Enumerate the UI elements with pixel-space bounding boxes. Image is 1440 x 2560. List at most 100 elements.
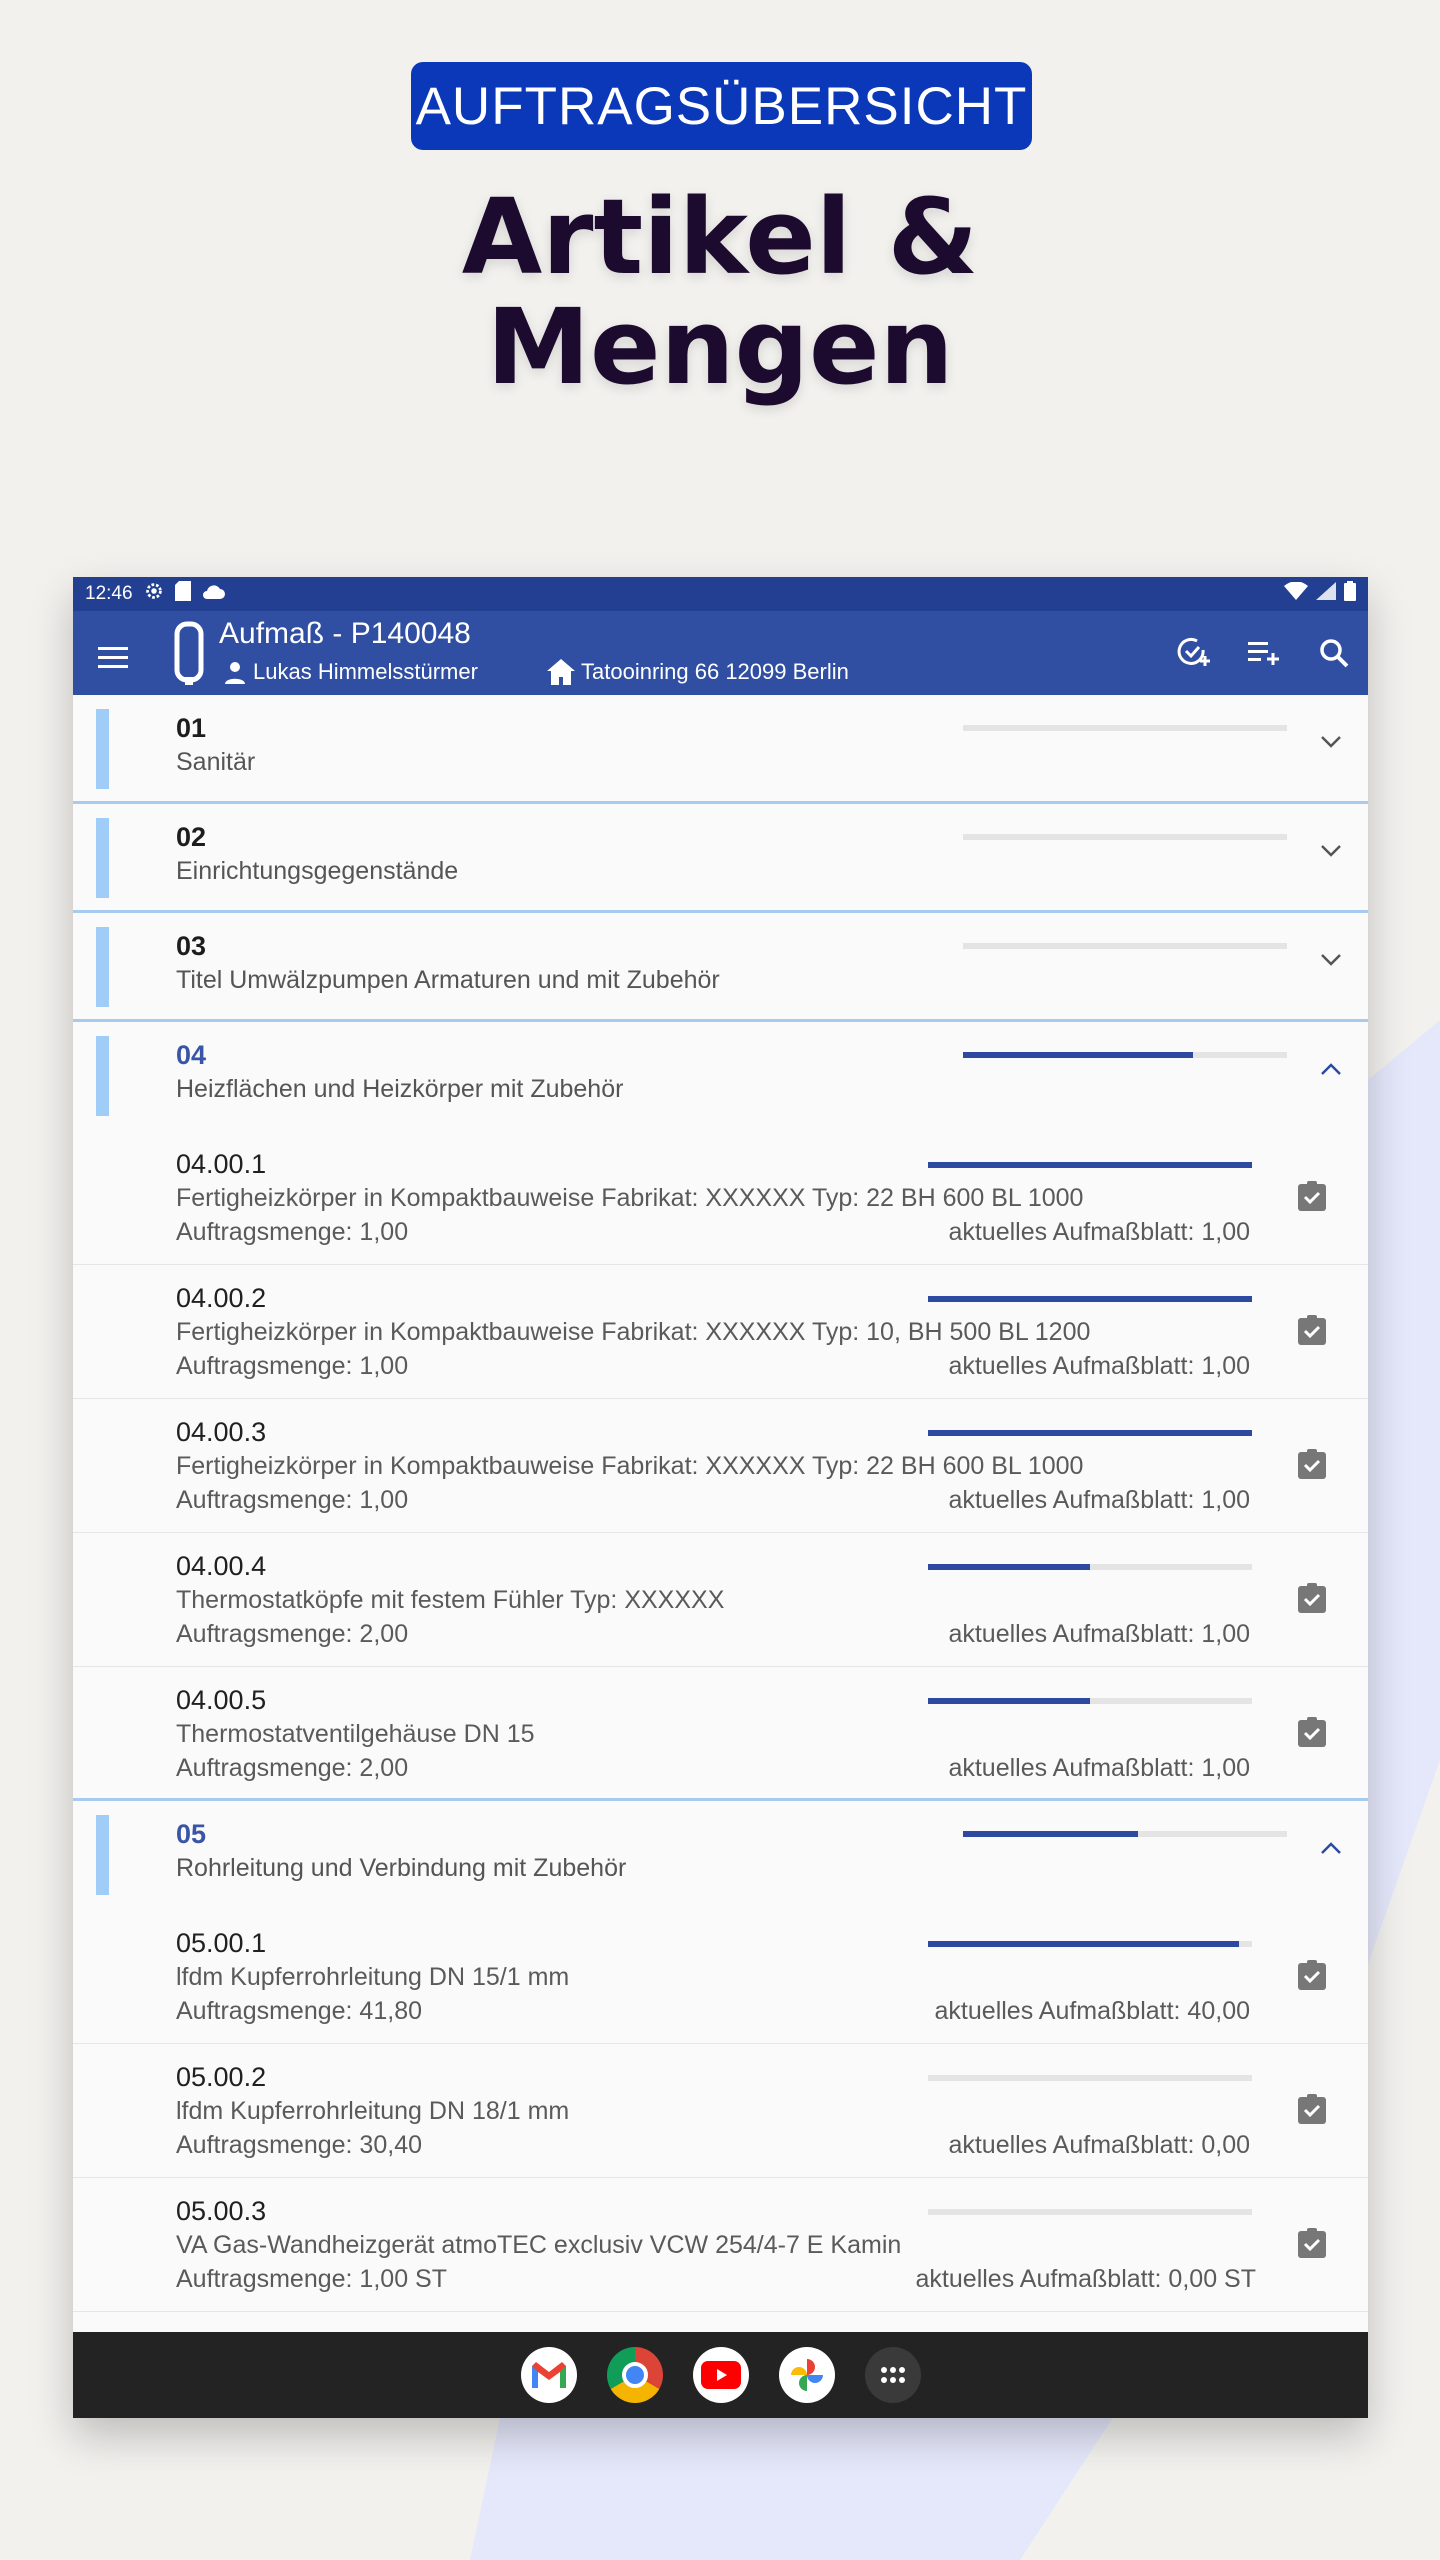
clipboard-check-button[interactable]	[1298, 1960, 1326, 1995]
item-description: Thermostatventilgehäuse DN 15	[176, 1720, 535, 1748]
item-progress	[928, 1564, 1252, 1570]
item-code: 05.00.1	[176, 1928, 267, 1958]
chevron-up-icon	[1321, 1842, 1341, 1854]
position-list: 01 Sanitär 02 Einrichtungsgegenstände 03…	[73, 695, 1368, 2312]
clipboard-check-icon	[1298, 2094, 1326, 2124]
item-order-quantity: Auftragsmenge: 2,00	[176, 1620, 409, 1648]
item-order-quantity: Auftragsmenge: 30,40	[176, 2131, 422, 2159]
hero-title-line1: Artikel &	[461, 176, 979, 298]
clipboard-check-button[interactable]	[1298, 1449, 1326, 1484]
document-icon	[173, 621, 205, 690]
group-number: 05	[176, 1819, 207, 1849]
list-item[interactable]: 05.00.3 VA Gas-Wandheizgerät atmoTEC exc…	[73, 2178, 1368, 2312]
item-progress	[928, 2075, 1252, 2081]
clipboard-check-icon	[1298, 2228, 1326, 2258]
item-current-measure: aktuelles Aufmaßblatt: 1,00	[948, 1352, 1250, 1380]
group-progress	[963, 943, 1287, 949]
add-check-button[interactable]	[1176, 635, 1212, 671]
wifi-status-icon	[1284, 581, 1308, 606]
group-progress	[963, 1052, 1287, 1058]
list-item[interactable]: 04.00.2 Fertigheizkörper in Kompaktbauwe…	[73, 1265, 1368, 1399]
add-list-button[interactable]	[1246, 635, 1282, 671]
cloud-status-icon	[201, 583, 225, 605]
group-row[interactable]: 04 Heizflächen und Heizkörper mit Zubehö…	[73, 1022, 1368, 1131]
expand-button[interactable]	[1320, 735, 1342, 754]
item-description: Fertigheizkörper in Kompaktbauweise Fabr…	[176, 1184, 1084, 1212]
clipboard-check-icon	[1298, 1717, 1326, 1747]
item-order-quantity: Auftragsmenge: 41,80	[176, 1997, 422, 2025]
clipboard-check-icon	[1298, 1449, 1326, 1479]
item-code: 05.00.2	[176, 2062, 267, 2092]
home-icon	[547, 659, 575, 685]
customer-name: Lukas Himmelsstürmer	[223, 659, 478, 685]
youtube-icon[interactable]	[692, 2347, 749, 2403]
menu-button[interactable]	[95, 639, 131, 675]
list-item[interactable]: 05.00.1 lfdm Kupferrohrleitung DN 15/1 m…	[73, 1910, 1368, 2044]
clipboard-check-icon	[1298, 1181, 1326, 1211]
device-screen: 12:46 Aufmaß - P140048 Lukas Himmelsstür…	[73, 577, 1368, 2418]
item-progress	[928, 1941, 1252, 1947]
status-time: 12:46	[85, 583, 133, 604]
group-name: Sanitär	[176, 748, 256, 776]
clipboard-check-button[interactable]	[1298, 2094, 1326, 2129]
customer-name-label: Lukas Himmelsstürmer	[253, 659, 478, 684]
app-bar: Aufmaß - P140048 Lukas Himmelsstürmer Ta…	[73, 611, 1368, 695]
item-code: 04.00.2	[176, 1283, 267, 1313]
list-item[interactable]: 04.00.5 Thermostatventilgehäuse DN 15 Au…	[73, 1667, 1368, 1801]
item-description: Fertigheizkörper in Kompaktbauweise Fabr…	[176, 1452, 1084, 1480]
list-item[interactable]: 04.00.1 Fertigheizkörper in Kompaktbauwe…	[73, 1131, 1368, 1265]
item-progress	[928, 1162, 1252, 1168]
list-item[interactable]: 04.00.4 Thermostatköpfe mit festem Fühle…	[73, 1533, 1368, 1667]
group-accent	[96, 818, 109, 898]
group-accent	[96, 1036, 109, 1116]
chevron-up-icon	[1321, 1063, 1341, 1075]
clipboard-check-button[interactable]	[1298, 1583, 1326, 1618]
clipboard-check-button[interactable]	[1298, 2228, 1326, 2263]
group-number: 01	[176, 713, 207, 743]
group-number: 02	[176, 822, 207, 852]
item-code: 04.00.1	[176, 1149, 267, 1179]
app-drawer-icon[interactable]	[864, 2347, 921, 2403]
clipboard-check-icon	[1298, 1315, 1326, 1345]
photos-icon[interactable]	[778, 2347, 835, 2403]
collapse-button[interactable]	[1320, 1062, 1342, 1081]
clipboard-check-button[interactable]	[1298, 1181, 1326, 1216]
group-accent	[96, 709, 109, 789]
gmail-icon[interactable]	[520, 2347, 577, 2403]
group-name: Rohrleitung und Verbindung mit Zubehör	[176, 1854, 627, 1882]
status-bar: 12:46	[73, 577, 1368, 611]
battery-status-icon	[1344, 581, 1356, 607]
expand-button[interactable]	[1320, 953, 1342, 972]
item-current-measure: aktuelles Aufmaßblatt: 1,00	[948, 1754, 1250, 1782]
collapse-button[interactable]	[1320, 1841, 1342, 1860]
group-progress	[963, 1831, 1287, 1837]
item-description: Thermostatköpfe mit festem Fühler Typ: X…	[176, 1586, 725, 1614]
chevron-down-icon	[1321, 736, 1341, 748]
chrome-icon[interactable]	[606, 2347, 663, 2403]
item-order-quantity: Auftragsmenge: 1,00	[176, 1218, 409, 1246]
group-row[interactable]: 03 Titel Umwälzpumpen Armaturen und mit …	[73, 913, 1368, 1022]
item-description: VA Gas-Wandheizgerät atmoTEC exclusiv VC…	[176, 2231, 902, 2259]
list-item[interactable]: 04.00.3 Fertigheizkörper in Kompaktbauwe…	[73, 1399, 1368, 1533]
clipboard-check-button[interactable]	[1298, 1315, 1326, 1350]
group-row[interactable]: 01 Sanitär	[73, 695, 1368, 804]
settings-status-icon	[143, 580, 165, 608]
group-progress	[963, 725, 1287, 731]
group-number: 04	[176, 1040, 207, 1070]
item-progress	[928, 1430, 1252, 1436]
group-row[interactable]: 02 Einrichtungsgegenstände	[73, 804, 1368, 913]
menu-icon	[98, 647, 128, 668]
clipboard-check-button[interactable]	[1298, 1717, 1326, 1752]
group-progress	[963, 834, 1287, 840]
check-circle-add-icon	[1177, 637, 1210, 666]
item-code: 04.00.3	[176, 1417, 267, 1447]
customer-address-label: Tatooinring 66 12099 Berlin	[581, 659, 849, 684]
item-current-measure: aktuelles Aufmaßblatt: 0,00 ST	[915, 2265, 1256, 2293]
item-description: lfdm Kupferrohrleitung DN 15/1 mm	[176, 1963, 570, 1991]
group-row[interactable]: 05 Rohrleitung und Verbindung mit Zubehö…	[73, 1801, 1368, 1910]
list-item[interactable]: 05.00.2 lfdm Kupferrohrleitung DN 18/1 m…	[73, 2044, 1368, 2178]
search-button[interactable]	[1316, 635, 1352, 671]
expand-button[interactable]	[1320, 844, 1342, 863]
clipboard-check-icon	[1298, 1960, 1326, 1990]
item-code: 04.00.5	[176, 1685, 267, 1715]
